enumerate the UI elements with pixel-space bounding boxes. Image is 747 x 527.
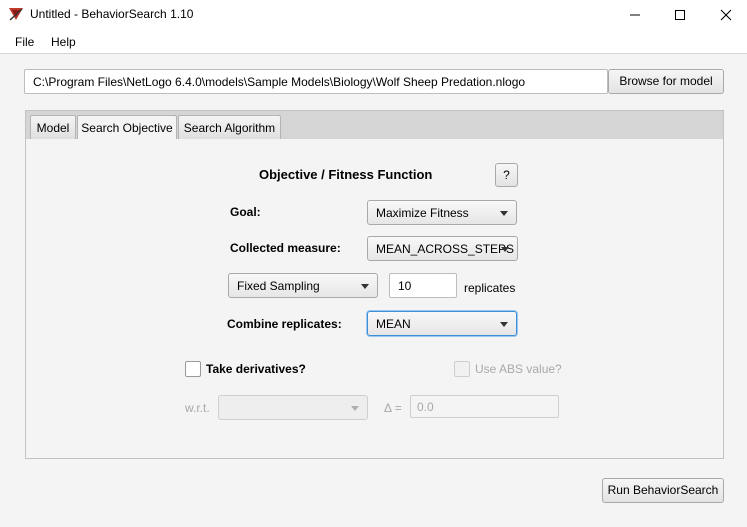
sampling-value: Fixed Sampling	[237, 279, 320, 293]
delta-input[interactable]: 0.0	[410, 395, 559, 418]
menu-file[interactable]: File	[15, 35, 34, 49]
collected-measure-value: MEAN_ACROSS_STEPS	[376, 242, 515, 256]
chevron-down-icon	[500, 211, 508, 216]
chevron-down-icon	[501, 247, 509, 252]
chevron-down-icon	[351, 406, 359, 411]
tab-search-algorithm[interactable]: Search Algorithm	[178, 115, 281, 140]
use-abs-value-checkbox[interactable]	[454, 361, 470, 377]
browse-model-button[interactable]: Browse for model	[608, 69, 724, 94]
search-objective-panel	[25, 139, 724, 459]
take-derivatives-label[interactable]: Take derivatives?	[206, 362, 306, 376]
collected-measure-label: Collected measure:	[230, 241, 341, 255]
combine-replicates-value: MEAN	[376, 317, 411, 331]
combine-replicates-dropdown[interactable]: MEAN	[367, 311, 517, 336]
tab-search-objective[interactable]: Search Objective	[77, 115, 177, 141]
behaviorsearch-app-icon	[8, 6, 24, 22]
delta-label: Δ =	[384, 401, 402, 415]
replicates-input[interactable]: 10	[389, 273, 457, 298]
model-path-input[interactable]: C:\Program Files\NetLogo 6.4.0\models\Sa…	[24, 69, 608, 94]
maximize-button[interactable]	[657, 0, 703, 30]
wrt-dropdown[interactable]	[218, 395, 368, 420]
take-derivatives-checkbox[interactable]	[185, 361, 201, 377]
minimize-button[interactable]	[612, 0, 658, 30]
chevron-down-icon	[361, 284, 369, 289]
chevron-down-icon	[500, 322, 508, 327]
use-abs-value-label: Use ABS value?	[475, 362, 562, 376]
help-button[interactable]: ?	[495, 163, 518, 187]
section-heading: Objective / Fitness Function	[259, 167, 433, 182]
sampling-dropdown[interactable]: Fixed Sampling	[228, 273, 378, 298]
goal-label: Goal:	[230, 205, 261, 219]
run-behaviorsearch-button[interactable]: Run BehaviorSearch	[602, 478, 724, 503]
window-title: Untitled - BehaviorSearch 1.10	[30, 7, 194, 21]
close-button[interactable]	[703, 0, 747, 30]
menu-help[interactable]: Help	[51, 35, 76, 49]
combine-replicates-label: Combine replicates:	[227, 317, 342, 331]
title-bar: Untitled - BehaviorSearch 1.10	[0, 0, 747, 30]
menu-bar: File Help	[0, 30, 747, 54]
collected-measure-dropdown[interactable]: MEAN_ACROSS_STEPS	[367, 236, 518, 261]
tab-model[interactable]: Model	[30, 115, 76, 140]
goal-dropdown[interactable]: Maximize Fitness	[367, 200, 517, 225]
wrt-label: w.r.t.	[185, 401, 210, 415]
goal-value: Maximize Fitness	[376, 206, 469, 220]
replicates-label: replicates	[464, 281, 516, 295]
close-icon	[720, 9, 732, 21]
